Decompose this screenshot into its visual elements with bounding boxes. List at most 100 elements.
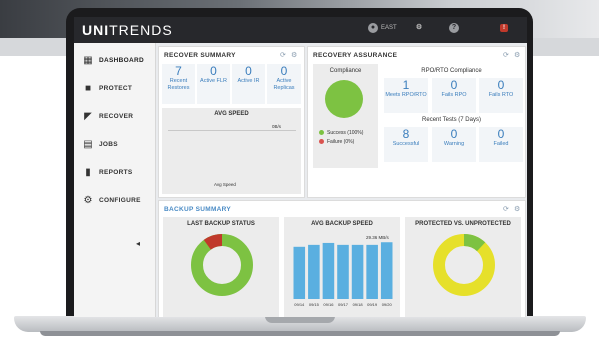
brand-logo: UNITRENDS <box>82 22 173 38</box>
sidebar-item-label: RECOVER <box>99 113 134 120</box>
user-label[interactable]: EAST <box>381 25 397 31</box>
metric-label: Successful <box>392 141 420 147</box>
metric-value: 0 <box>280 64 288 78</box>
recovery-assurance-panel: RECOVERY ASSURANCE ⟳ ⚙ Compliance Succes… <box>307 46 526 198</box>
speed-label: 29.36 MB/s <box>366 235 389 240</box>
metric-warning[interactable]: 0 Warning <box>432 127 476 162</box>
protected-donut <box>433 234 495 296</box>
bar-09/18 <box>351 244 364 299</box>
avg-speed-chart: AVG SPEED 0B/s Avg Speed <box>162 108 301 194</box>
sidebar-item-label: REPORTS <box>99 169 133 176</box>
compliance-box: Compliance Success (100%) Failure (0%) <box>313 64 378 168</box>
user-icon[interactable]: ● <box>368 23 378 33</box>
sidebar-item-protect[interactable]: ■ PROTECT <box>74 75 155 103</box>
metric-label: Replicas <box>273 85 295 91</box>
gridline <box>168 130 296 131</box>
metric-label: Recent <box>169 78 188 84</box>
chart-title: LAST BACKUP STATUS <box>187 221 255 227</box>
sidebar-item-configure[interactable]: ⚙ CONFIGURE <box>74 187 155 215</box>
avg-backup-speed-bars: 09/14 09/15 09/16 09/17 09/18 09/19 09/20 <box>293 242 393 307</box>
sidebar-item-label: CONFIGURE <box>99 197 141 204</box>
bar-09/14 <box>293 246 306 299</box>
sidebar-item-jobs[interactable]: ▤ JOBS <box>74 131 155 159</box>
chart-legend: Avg Speed <box>214 182 236 187</box>
help-icon[interactable]: ? <box>449 23 459 33</box>
chart-unit: 0B/s <box>272 124 282 129</box>
metric-value: 0 <box>210 64 217 78</box>
chart-title: AVG SPEED <box>214 111 249 117</box>
panel-title: BACKUP SUMMARY <box>164 206 232 213</box>
top-bar: UNITRENDS ● EAST ⚙ ? ! <box>74 17 527 43</box>
metric-fails-rpo[interactable]: 0 Fails RPO <box>432 78 476 113</box>
tick-label: 09/19 <box>367 302 378 307</box>
donut-success-ring <box>191 234 253 296</box>
backup-summary-panel: BACKUP SUMMARY ⟳ ⚙ LAST BACKUP STATUS AV… <box>158 200 526 317</box>
metric-value: 0 <box>450 127 458 141</box>
legend-swatch <box>319 139 324 145</box>
sidebar-item-label: PROTECT <box>99 85 133 92</box>
legend-label: Failure (0%) <box>327 139 355 145</box>
metric-successful[interactable]: 8 Successful <box>384 127 428 162</box>
bar-09/17 <box>337 244 349 299</box>
protected-box: PROTECTED VS. UNPROTECTED <box>405 217 521 317</box>
metric-label: Active <box>276 78 292 84</box>
metric-label: Active IR <box>237 78 260 84</box>
refresh-icon[interactable]: ⟳ <box>280 51 286 59</box>
metric-label: Fails RTO <box>488 92 514 98</box>
compliance-pie <box>325 80 363 118</box>
metric-value: 0 <box>450 78 458 92</box>
recover-arrow-icon: ◤ <box>84 111 92 122</box>
rpo-title: RPO/RTO Compliance <box>421 68 482 74</box>
bar-chart-icon: ▮ <box>85 167 91 178</box>
brand-light: TRENDS <box>109 22 173 38</box>
tick-label: 09/14 <box>294 302 305 307</box>
avg-backup-speed-box: AVG BACKUP SPEED 29.36 MB/s 09/14 09/15 09… <box>284 217 400 317</box>
metric-value: 7 <box>175 64 182 78</box>
laptop-notch <box>265 316 335 323</box>
legend-swatch <box>319 130 324 136</box>
metric-active-flr[interactable]: 0 Active FLR <box>197 64 230 104</box>
metric-meets-rpo[interactable]: 1 Meets RPO/RTO <box>384 78 428 113</box>
sidebar: ▦ DASHBOARD ■ PROTECT ◤ RECOVER ▤ JOBS ▮… <box>74 43 156 317</box>
legend-success: Success (100%) <box>319 130 363 136</box>
tests-title: Recent Tests (7 Days) <box>422 117 481 123</box>
metric-value: 8 <box>402 127 410 141</box>
laptop-foot <box>40 331 560 336</box>
refresh-icon[interactable]: ⟳ <box>503 205 509 213</box>
metric-value: 1 <box>402 78 410 92</box>
last-status-donut <box>191 234 253 296</box>
lock-icon: ■ <box>84 83 92 94</box>
tick-label: 09/18 <box>353 302 364 307</box>
alerts-icon[interactable]: ! <box>500 24 508 32</box>
settings-icon[interactable]: ⚙ <box>291 51 297 59</box>
settings-icon[interactable]: ⚙ <box>514 205 520 213</box>
metric-label: Fails RPO <box>441 92 467 98</box>
settings-icon[interactable]: ⚙ <box>414 23 424 33</box>
metric-label: Failed <box>493 141 509 147</box>
jobs-icon: ▤ <box>83 139 93 150</box>
sidebar-item-label: DASHBOARD <box>99 57 144 64</box>
bar-09/19 <box>366 244 378 299</box>
tick-label: 09/16 <box>323 302 334 307</box>
bar-09/20 <box>380 242 393 299</box>
app-screen: UNITRENDS ● EAST ⚙ ? ! ▦ DASHBOARD ■ PRO… <box>74 17 527 317</box>
metric-active-ir[interactable]: 0 Active IR <box>232 64 265 104</box>
metric-value: 0 <box>245 64 252 78</box>
refresh-icon[interactable]: ⟳ <box>503 51 509 59</box>
panel-title: RECOVER SUMMARY <box>164 52 236 59</box>
collapse-sidebar-icon[interactable]: ◂ <box>136 239 140 248</box>
metric-fails-rto[interactable]: 0 Fails RTO <box>479 78 523 113</box>
metric-failed[interactable]: 0 Failed <box>479 127 523 162</box>
sidebar-item-recover[interactable]: ◤ RECOVER <box>74 103 155 131</box>
metric-value: 0 <box>497 78 505 92</box>
metric-recent-restores[interactable]: 7 Recent Restores <box>162 64 195 104</box>
donut-protected-ring <box>433 234 495 296</box>
settings-icon[interactable]: ⚙ <box>514 51 520 59</box>
last-backup-status-box: LAST BACKUP STATUS <box>163 217 279 317</box>
metric-active-replicas[interactable]: 0 Active Replicas <box>267 64 301 104</box>
bar-09/15 <box>308 244 320 299</box>
legend-failure: Failure (0%) <box>319 139 354 145</box>
sidebar-item-dashboard[interactable]: ▦ DASHBOARD <box>74 47 155 75</box>
sidebar-item-reports[interactable]: ▮ REPORTS <box>74 159 155 187</box>
metric-label: Restores <box>167 85 190 91</box>
